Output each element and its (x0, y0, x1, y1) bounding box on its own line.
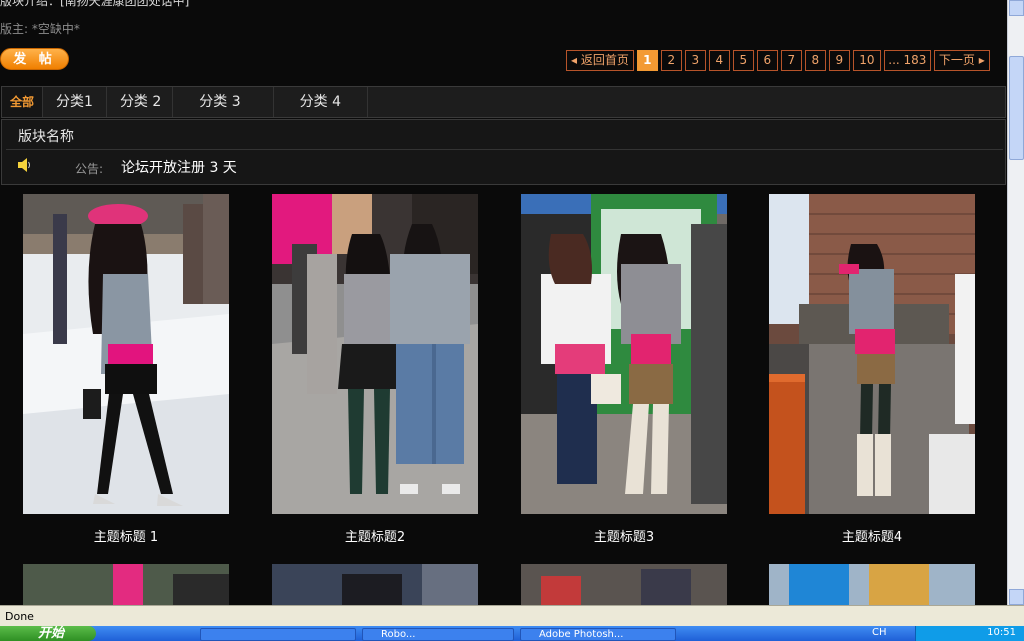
status-text: Done (5, 610, 34, 623)
topic-title-2[interactable]: 主题标题2 (272, 526, 478, 545)
photo-row2-1-image (23, 564, 229, 605)
forum-page: 版块介绍：[南扬天涯康团团处话中] 版主: *空缺中* 发 帖 ◂ 返回首页 1… (0, 0, 1007, 605)
page-link-4[interactable]: 4 (708, 50, 730, 71)
category-3[interactable]: 分类 3 (173, 87, 274, 117)
category-bar: 全部 分类1 分类 2 分类 3 分类 4 (1, 86, 1006, 118)
page-link-1[interactable]: 1 (636, 50, 658, 71)
photo-row2-4-image (769, 564, 975, 605)
pagination: ◂ 返回首页 1 2 3 4 5 6 7 8 9 10 ... 183 下一页 … (566, 50, 990, 72)
page-link-2[interactable]: 2 (660, 50, 682, 71)
taskbar-item-3[interactable]: Adobe Photosh... (520, 628, 676, 641)
topic-thumbnail-8[interactable] (769, 564, 975, 605)
page-link-last[interactable]: ... 183 (883, 50, 931, 71)
photo-girls-at-vending-image (521, 194, 727, 514)
topic-title-4[interactable]: 主题标题4 (769, 526, 975, 545)
taskbar-item-1[interactable] (200, 628, 356, 641)
start-button[interactable]: 开始 (0, 626, 96, 641)
board-header: 版块名称 公告: 论坛开放注册 3 天 (1, 119, 1006, 185)
topic-title-3[interactable]: 主题标题3 (521, 526, 727, 545)
category-all[interactable]: 全部 (2, 87, 44, 117)
scroll-down-button[interactable] (1009, 589, 1024, 605)
topic-thumbnail-2[interactable] (272, 194, 478, 514)
page-link-5[interactable]: 5 (732, 50, 754, 71)
photo-two-girls-back-image (272, 194, 478, 514)
topic-thumbnail-3[interactable] (521, 194, 727, 514)
scroll-up-button[interactable] (1009, 0, 1024, 16)
notice-text[interactable]: 论坛开放注册 3 天 (121, 157, 237, 177)
next-page-link[interactable]: 下一页 ▸ (933, 50, 990, 71)
browser-status-bar: Done (0, 605, 1024, 626)
windows-taskbar: 开始 Robo... Adobe Photosh... CH 10:51 (0, 626, 1024, 641)
next-page-label: 下一页 (938, 53, 975, 67)
photo-row2-3-image (521, 564, 727, 605)
photo-girl-by-brick-wall-image (769, 194, 975, 514)
notice-label: 公告: (75, 162, 104, 176)
back-home-link[interactable]: ◂ 返回首页 (566, 50, 634, 71)
page-link-6[interactable]: 6 (756, 50, 778, 71)
page-link-7[interactable]: 7 (780, 50, 802, 71)
divider (6, 149, 1003, 150)
new-post-button[interactable]: 发 帖 (0, 48, 69, 70)
topic-thumbnail-1[interactable] (23, 194, 229, 514)
topic-thumbnail-4[interactable] (769, 194, 975, 514)
page-link-10[interactable]: 10 (852, 50, 881, 71)
topic-thumbnail-6[interactable] (272, 564, 478, 605)
topic-title-1[interactable]: 主题标题 1 (23, 526, 229, 545)
clock: 10:51 (987, 627, 1016, 638)
vertical-scrollbar[interactable] (1007, 0, 1024, 605)
speaker-icon (18, 158, 30, 172)
topic-thumbnail-7[interactable] (521, 564, 727, 605)
board-intro-text: 版块介绍：[南扬天涯康团团处话中] (0, 0, 190, 8)
ime-indicator[interactable]: CH (872, 627, 887, 638)
taskbar-item-2[interactable]: Robo... (362, 628, 514, 641)
category-2[interactable]: 分类 2 (107, 87, 174, 117)
page-link-8[interactable]: 8 (804, 50, 826, 71)
photo-row2-2-image (272, 564, 478, 605)
scroll-thumb[interactable] (1009, 56, 1024, 160)
category-4[interactable]: 分类 4 (274, 87, 369, 117)
topic-thumbnail-5[interactable] (23, 564, 229, 605)
moderator-text: 版主: *空缺中* (0, 22, 80, 36)
board-title: 版块名称 (18, 129, 74, 145)
photo-street-girl-pink-cap-image (23, 194, 229, 514)
page-link-9[interactable]: 9 (828, 50, 850, 71)
page-link-3[interactable]: 3 (684, 50, 706, 71)
system-tray: 10:51 (915, 626, 1024, 641)
category-1[interactable]: 分类1 (43, 87, 107, 117)
back-home-label: 返回首页 (580, 53, 629, 67)
